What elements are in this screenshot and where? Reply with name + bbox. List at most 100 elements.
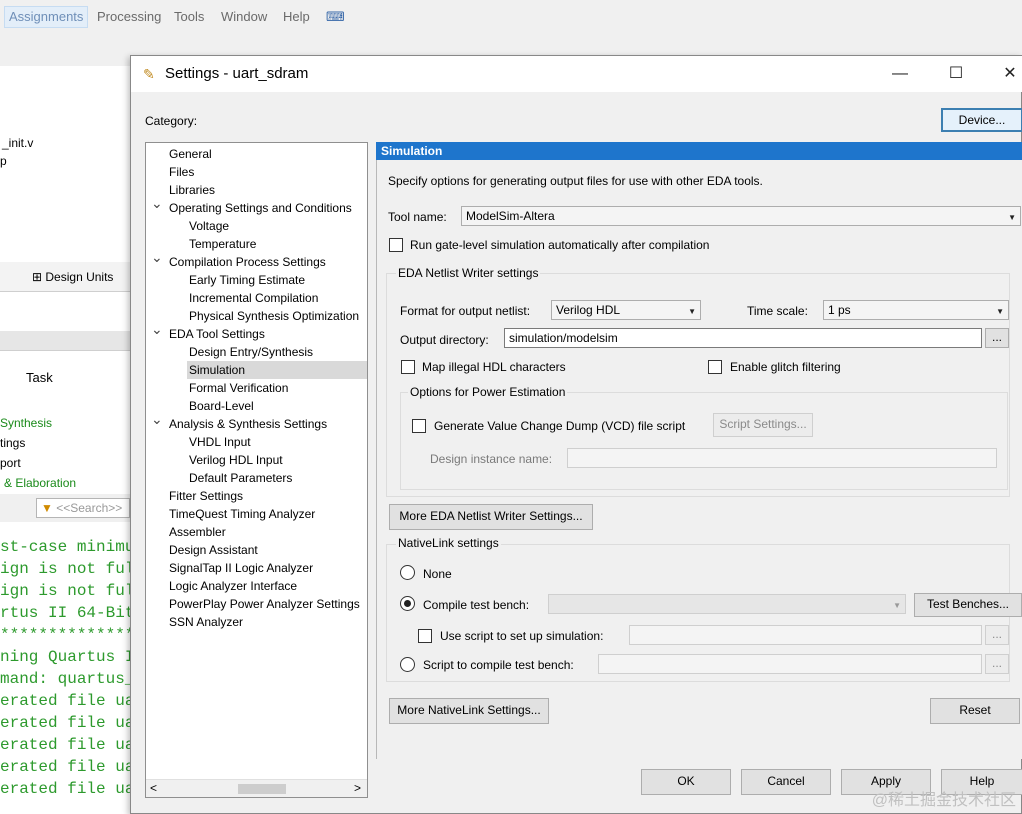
tree-item[interactable]: Logic Analyzer Interface [169, 577, 297, 595]
script-compile-browse-button[interactable]: ... [985, 654, 1009, 674]
compile-tb-label: Compile test bench: [423, 598, 530, 612]
whats-this-icon[interactable]: ⌨ [326, 9, 345, 25]
tree-item[interactable]: Formal Verification [189, 379, 288, 397]
tree-item[interactable]: Libraries [169, 181, 215, 199]
expand-chevron-icon[interactable]: ⌄ [151, 195, 163, 212]
tree-item[interactable]: Simulation [187, 361, 367, 379]
tree-item[interactable]: Design Assistant [169, 541, 258, 559]
tree-item-label: Fitter Settings [169, 489, 244, 503]
message-search[interactable]: ▼ <<Search>> [36, 498, 130, 518]
test-benches-button[interactable]: Test Benches... [914, 593, 1022, 617]
more-nativelink-settings-button[interactable]: More NativeLink Settings... [389, 698, 549, 724]
menu-help[interactable]: Help [283, 9, 310, 24]
tasks-header [0, 331, 130, 351]
menu-tools[interactable]: Tools [174, 9, 204, 24]
tree-item[interactable]: TimeQuest Timing Analyzer [169, 505, 315, 523]
expand-chevron-icon[interactable]: ⌄ [151, 411, 163, 428]
menu-assignments[interactable]: Assignments [4, 6, 89, 28]
tree-item[interactable]: Verilog HDL Input [189, 451, 283, 469]
tab-design-units[interactable]: ⊞ Design Units [32, 270, 113, 284]
use-script-label: Use script to set up simulation: [440, 629, 604, 643]
expand-chevron-icon[interactable]: ⌄ [151, 321, 163, 338]
tree-item[interactable]: Default Parameters [189, 469, 292, 487]
timescale-label: Time scale: [747, 304, 808, 318]
console-line: erated file ua [0, 780, 130, 798]
reset-button[interactable]: Reset [930, 698, 1020, 724]
tree-item-label: Analysis & Synthesis Settings [169, 417, 328, 431]
vcd-label: Generate Value Change Dump (VCD) file sc… [434, 419, 686, 433]
task-item[interactable]: port [0, 456, 21, 470]
instance-label: Design instance name: [430, 452, 553, 466]
glitch-filter-checkbox[interactable] [708, 360, 722, 374]
close-button[interactable]: ✕ [987, 61, 1022, 87]
task-item[interactable]: tings [0, 436, 25, 450]
tree-item[interactable]: Incremental Compilation [189, 289, 318, 307]
chevron-down-icon: ▼ [1008, 213, 1016, 222]
menu-processing[interactable]: Processing [97, 9, 161, 24]
menu-window[interactable]: Window [221, 9, 267, 24]
tree-item[interactable]: Temperature [189, 235, 256, 253]
tree-item[interactable]: Fitter Settings [169, 487, 243, 505]
tree-item[interactable]: SSN Analyzer [169, 613, 243, 631]
tree-item[interactable]: EDA Tool Settings [169, 325, 265, 343]
tree-item[interactable]: SignalTap II Logic Analyzer [169, 559, 313, 577]
run-gate-level-checkbox[interactable] [389, 238, 403, 252]
output-dir-input[interactable]: simulation/modelsim [504, 328, 982, 348]
vcd-checkbox[interactable] [412, 419, 426, 433]
tree-item[interactable]: Board-Level [189, 397, 254, 415]
format-select[interactable]: Verilog HDL ▼ [551, 300, 701, 320]
tree-item[interactable]: VHDL Input [189, 433, 251, 451]
tree-item[interactable]: General [169, 145, 212, 163]
ok-button[interactable]: OK [641, 769, 731, 795]
tree-item-label: Temperature [189, 237, 257, 251]
task-column-header: Task [26, 370, 53, 385]
compile-tb-select[interactable]: ▼ [548, 594, 906, 614]
none-radio[interactable] [400, 565, 415, 580]
script-compile-input[interactable] [598, 654, 982, 674]
cancel-button[interactable]: Cancel [741, 769, 831, 795]
tree-item[interactable]: Design Entry/Synthesis [189, 343, 313, 361]
use-script-input[interactable] [629, 625, 982, 645]
tree-item-label: Formal Verification [189, 381, 289, 395]
tree-item[interactable]: Compilation Process Settings [169, 253, 326, 271]
tree-item[interactable]: Analysis & Synthesis Settings [169, 415, 327, 433]
scroll-left-icon[interactable]: < [150, 781, 157, 795]
file-item[interactable]: _init.v [2, 136, 33, 150]
device-button[interactable]: Device... [941, 108, 1022, 132]
tree-item[interactable]: Physical Synthesis Optimization [189, 307, 359, 325]
instance-input[interactable] [567, 448, 997, 468]
output-dir-browse-button[interactable]: ... [985, 328, 1009, 348]
timescale-select[interactable]: 1 ps ▼ [823, 300, 1009, 320]
none-label: None [423, 567, 452, 581]
tree-item[interactable]: Files [169, 163, 194, 181]
compile-tb-radio[interactable] [400, 596, 415, 611]
scroll-right-icon[interactable]: > [354, 781, 361, 795]
file-item[interactable]: p [0, 154, 7, 168]
console-line: erated file ua [0, 736, 130, 754]
tree-horizontal-scrollbar[interactable]: < > [146, 779, 367, 797]
expand-chevron-icon[interactable]: ⌄ [151, 249, 163, 266]
minimize-button[interactable]: — [877, 61, 923, 87]
maximize-button[interactable]: ☐ [933, 61, 979, 87]
power-group-title: Options for Power Estimation [408, 385, 568, 399]
message-console: st-case minimu ign is not ful ign is not… [0, 528, 130, 814]
tree-item-label: Logic Analyzer Interface [169, 579, 298, 593]
use-script-browse-button[interactable]: ... [985, 625, 1009, 645]
script-settings-button[interactable]: Script Settings... [713, 413, 813, 437]
tool-name-select[interactable]: ModelSim-Altera ▼ [461, 206, 1021, 226]
task-item[interactable]: Synthesis [0, 416, 52, 430]
tree-item-label: TimeQuest Timing Analyzer [169, 507, 316, 521]
tree-item[interactable]: Voltage [189, 217, 229, 235]
tree-item[interactable]: Early Timing Estimate [189, 271, 305, 289]
scroll-thumb[interactable] [238, 784, 286, 794]
tree-item-label: VHDL Input [189, 435, 251, 449]
script-compile-radio[interactable] [400, 657, 415, 672]
tree-item[interactable]: PowerPlay Power Analyzer Settings [169, 595, 360, 613]
use-script-checkbox[interactable] [418, 629, 432, 643]
tree-item[interactable]: Operating Settings and Conditions [169, 199, 352, 217]
map-illegal-checkbox[interactable] [401, 360, 415, 374]
task-item[interactable]: & Elaboration [4, 476, 76, 490]
more-netlist-settings-button[interactable]: More EDA Netlist Writer Settings... [389, 504, 593, 530]
tree-item[interactable]: Assembler [169, 523, 226, 541]
message-toolbar: ▼ <<Search>> [0, 494, 130, 522]
